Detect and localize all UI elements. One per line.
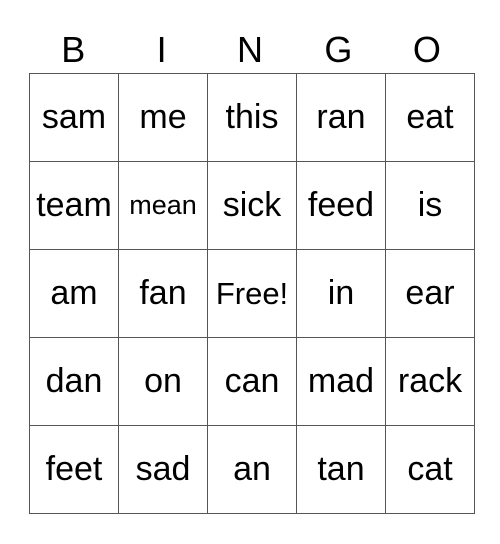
bingo-cell[interactable]: an — [207, 425, 297, 514]
bingo-cell[interactable]: eat — [385, 73, 475, 162]
bingo-cell[interactable]: is — [385, 161, 475, 250]
header-letter: G — [324, 29, 353, 70]
grid-row: am fan Free! in ear — [29, 249, 475, 338]
header-letter: N — [237, 29, 264, 70]
grid-row: sam me this ran eat — [29, 73, 475, 162]
grid-row: dan on can mad rack — [29, 337, 475, 426]
bingo-cell[interactable]: mad — [296, 337, 386, 426]
bingo-cell[interactable]: me — [118, 73, 208, 162]
bingo-cell[interactable]: can — [207, 337, 297, 426]
bingo-cell[interactable]: dan — [29, 337, 119, 426]
bingo-cell[interactable]: mean — [118, 161, 208, 250]
header-letter: I — [156, 29, 167, 70]
bingo-cell[interactable]: tan — [296, 425, 386, 514]
bingo-cell[interactable]: feet — [29, 425, 119, 514]
bingo-cell[interactable]: ran — [296, 73, 386, 162]
bingo-cell[interactable]: rack — [385, 337, 475, 426]
bingo-cell[interactable]: sick — [207, 161, 297, 250]
bingo-cell[interactable]: sad — [118, 425, 208, 514]
bingo-cell[interactable]: team — [29, 161, 119, 250]
bingo-cell[interactable]: fan — [118, 249, 208, 338]
bingo-cell[interactable]: cat — [385, 425, 475, 514]
bingo-cell[interactable]: this — [207, 73, 297, 162]
bingo-cell[interactable]: sam — [29, 73, 119, 162]
bingo-cell[interactable]: ear — [385, 249, 475, 338]
free-space-cell[interactable]: Free! — [207, 249, 297, 338]
bingo-cell[interactable]: am — [29, 249, 119, 338]
grid-row: team mean sick feed is — [29, 161, 475, 250]
bingo-cell[interactable]: in — [296, 249, 386, 338]
header-letter: O — [412, 29, 441, 70]
bingo-cell[interactable]: on — [118, 337, 208, 426]
bingo-cell[interactable]: feed — [296, 161, 386, 250]
bingo-header: B I N G O — [29, 28, 471, 72]
header-letter: B — [61, 29, 86, 70]
grid-row: feet sad an tan cat — [29, 425, 475, 514]
bingo-grid: sam me this ran eat team mean sick feed … — [29, 73, 475, 514]
